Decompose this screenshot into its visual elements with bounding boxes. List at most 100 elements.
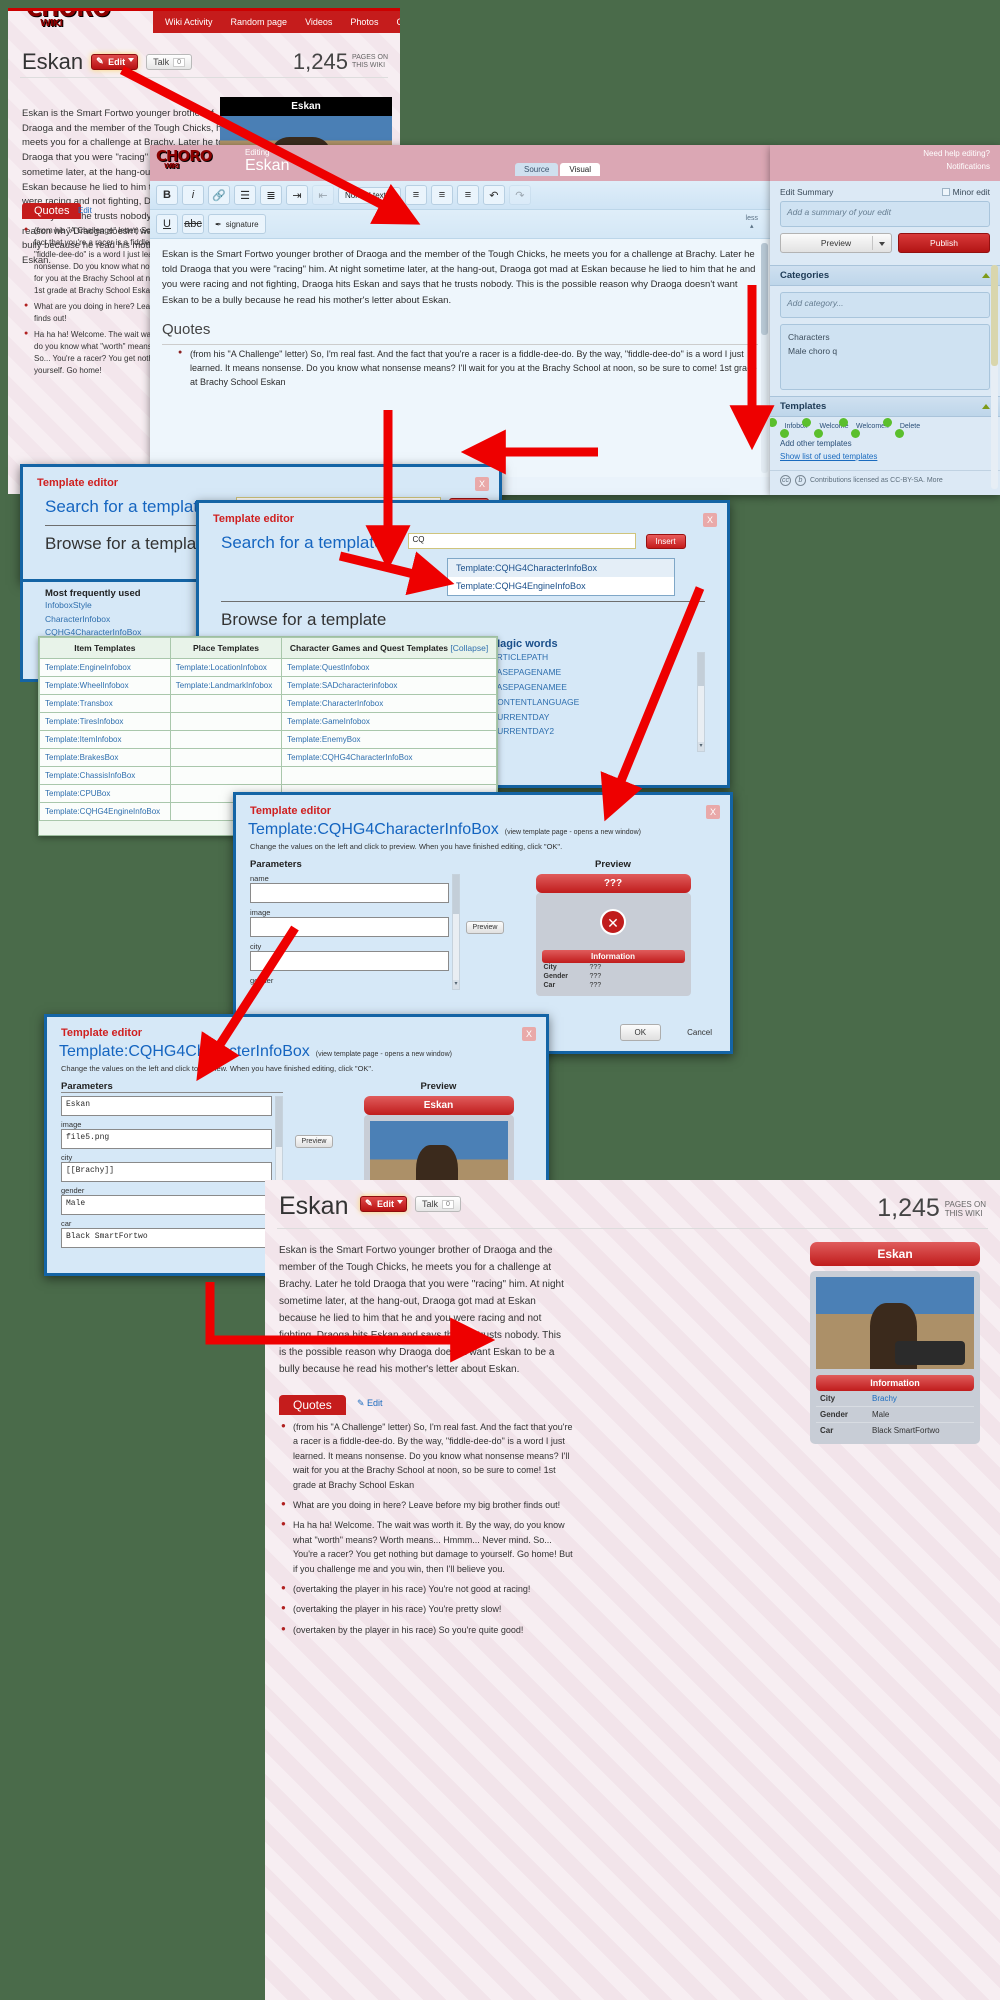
format-select[interactable]: Normal text: [338, 186, 401, 204]
bullet-list-button[interactable]: ☰: [234, 185, 256, 205]
table-cell[interactable]: Template:EngineInfobox: [39, 658, 171, 677]
table-cell[interactable]: Template:BrakesBox: [39, 748, 171, 767]
chevron-up-icon[interactable]: [982, 404, 990, 409]
template-delete[interactable]: Delete: [894, 423, 926, 430]
table-cell[interactable]: Template:GameInfobox: [281, 712, 497, 731]
categories-section-header[interactable]: Categories: [770, 265, 1000, 286]
collapse-link[interactable]: [Collapse]: [450, 643, 488, 653]
less-toggle[interactable]: less ▴: [746, 215, 758, 230]
show-used-templates-link[interactable]: Show list of used templates: [780, 451, 990, 464]
search-input[interactable]: CQ: [407, 533, 636, 549]
list-item[interactable]: Male choro q: [788, 344, 982, 358]
edit-button[interactable]: Edit: [91, 54, 139, 70]
view-template-link[interactable]: (view template page - opens a new window…: [505, 829, 641, 836]
editor-logo[interactable]: CHORO WIKI: [156, 147, 213, 170]
list-item[interactable]: BASEPAGENAME: [491, 665, 697, 680]
table-cell[interactable]: Template:EnemyBox: [281, 730, 497, 749]
param-input-city[interactable]: [[Brachy]]: [61, 1162, 272, 1182]
preview-button[interactable]: Preview: [780, 233, 892, 253]
table-cell[interactable]: Template:CharacterInfobox: [281, 694, 497, 713]
table-cell[interactable]: Template:TiresInfobox: [39, 712, 171, 731]
table-cell[interactable]: Template:Transbox: [39, 694, 171, 713]
table-cell[interactable]: Template:LocationInfobox: [169, 658, 283, 677]
chevron-down-icon[interactable]: [879, 242, 885, 246]
list-item[interactable]: CURRENTDAY2: [491, 724, 697, 739]
italic-button[interactable]: i: [182, 185, 204, 205]
table-cell[interactable]: Template:CQHG4CharacterInfoBox: [281, 748, 497, 767]
param-input-name[interactable]: Eskan: [61, 1096, 272, 1116]
edit-button[interactable]: Edit: [360, 1196, 407, 1212]
signature-button[interactable]: ✒ signature: [208, 214, 266, 234]
quotes-edit-link[interactable]: Edit: [78, 206, 92, 215]
close-icon[interactable]: X: [522, 1027, 536, 1041]
bold-button[interactable]: B: [156, 185, 178, 205]
nav-chat[interactable]: Chat: [396, 17, 400, 27]
suggestion-item[interactable]: Template:CQHG4EngineInfoBox: [448, 577, 674, 595]
ok-button[interactable]: OK: [619, 1024, 662, 1041]
chevron-up-icon[interactable]: [982, 273, 990, 278]
preview-button[interactable]: Preview: [465, 921, 505, 934]
tab-source[interactable]: Source: [514, 163, 559, 176]
publish-button[interactable]: Publish: [898, 233, 990, 253]
underline-button[interactable]: U: [156, 214, 178, 234]
editor-content-area[interactable]: Eskan is the Smart Fortwo younger brothe…: [150, 239, 770, 477]
table-cell[interactable]: Template:CPUBox: [39, 784, 171, 803]
rail-scrollbar[interactable]: [991, 265, 998, 489]
list-item[interactable]: CONTENTLANGUAGE: [491, 695, 697, 710]
table-cell[interactable]: Template:QuestInfobox: [281, 658, 497, 677]
param-input-car[interactable]: Black SmartFortwo: [61, 1228, 272, 1248]
chevron-down-icon[interactable]: [397, 1200, 403, 1204]
talk-button[interactable]: Talk 0: [146, 54, 193, 70]
param-input-city[interactable]: [250, 951, 449, 971]
tab-visual[interactable]: Visual: [560, 163, 600, 176]
outdent-button[interactable]: ⇤: [312, 185, 334, 205]
redo-icon[interactable]: ↷: [508, 185, 531, 205]
list-item[interactable]: ARTICLEPATH: [491, 650, 697, 665]
add-category-input[interactable]: Add category...: [780, 292, 990, 318]
chevron-down-icon[interactable]: [128, 58, 135, 62]
strikethrough-button[interactable]: abc: [182, 214, 204, 234]
cancel-button[interactable]: Cancel: [687, 1028, 712, 1037]
dialog-scrollbar[interactable]: ▾: [697, 652, 705, 752]
minor-edit-checkbox-row[interactable]: Minor edit: [941, 187, 990, 197]
need-help-link[interactable]: Need help editing?: [923, 149, 990, 158]
table-cell[interactable]: Template:ChassisInfoBox: [39, 766, 171, 785]
nav-photos[interactable]: Photos: [350, 17, 378, 27]
undo-icon[interactable]: ↶: [482, 185, 505, 205]
nav-wiki-activity[interactable]: Wiki Activity: [165, 17, 213, 27]
table-cell[interactable]: Template:LandmarkInfobox: [169, 676, 283, 695]
preview-button[interactable]: Preview: [294, 1135, 334, 1148]
list-item[interactable]: BASEPAGENAMEE: [491, 680, 697, 695]
talk-button[interactable]: Talk 0: [415, 1196, 461, 1212]
minor-edit-checkbox[interactable]: [941, 188, 950, 196]
table-cell[interactable]: Template:WheelInfobox: [39, 676, 171, 695]
insert-button[interactable]: Insert: [645, 533, 686, 549]
quotes-edit-link[interactable]: ✎ Edit: [357, 1398, 383, 1409]
close-icon[interactable]: X: [706, 805, 720, 819]
link-icon[interactable]: 🔗: [208, 185, 230, 205]
numbered-list-button[interactable]: ≣: [260, 185, 282, 205]
close-icon[interactable]: X: [703, 513, 717, 527]
param-input-image[interactable]: file5.png: [61, 1129, 272, 1149]
table-cell[interactable]: Template:ItemInfobox: [39, 730, 171, 749]
align-right-button[interactable]: ≡: [456, 185, 479, 205]
align-center-button[interactable]: ≡: [430, 185, 453, 205]
table-cell[interactable]: Template:SADcharacterinfobox: [281, 676, 497, 695]
table-cell[interactable]: Template:CQHG4EngineInfoBox: [39, 802, 171, 821]
align-left-button[interactable]: ≡: [404, 185, 427, 205]
param-input-name[interactable]: [250, 883, 449, 903]
suggestion-item[interactable]: Template:CQHG4CharacterInfoBox: [448, 559, 674, 577]
close-icon[interactable]: X: [475, 477, 489, 491]
nav-random-page[interactable]: Random page: [231, 17, 288, 27]
list-item[interactable]: CURRENTDAY: [491, 710, 697, 725]
edit-summary-input[interactable]: Add a summary of your edit: [780, 201, 990, 227]
view-template-link[interactable]: (view template page - opens a new window…: [316, 1051, 452, 1058]
editor-scrollbar[interactable]: [761, 243, 768, 473]
templates-section-header[interactable]: Templates: [770, 396, 1000, 417]
params-scrollbar[interactable]: ▾: [452, 874, 460, 990]
param-input-image[interactable]: [250, 917, 449, 937]
list-item[interactable]: Characters: [788, 330, 982, 344]
wiki-logo[interactable]: CHORO WIKI: [26, 11, 146, 45]
indent-button[interactable]: ⇥: [286, 185, 308, 205]
nav-videos[interactable]: Videos: [305, 17, 332, 27]
